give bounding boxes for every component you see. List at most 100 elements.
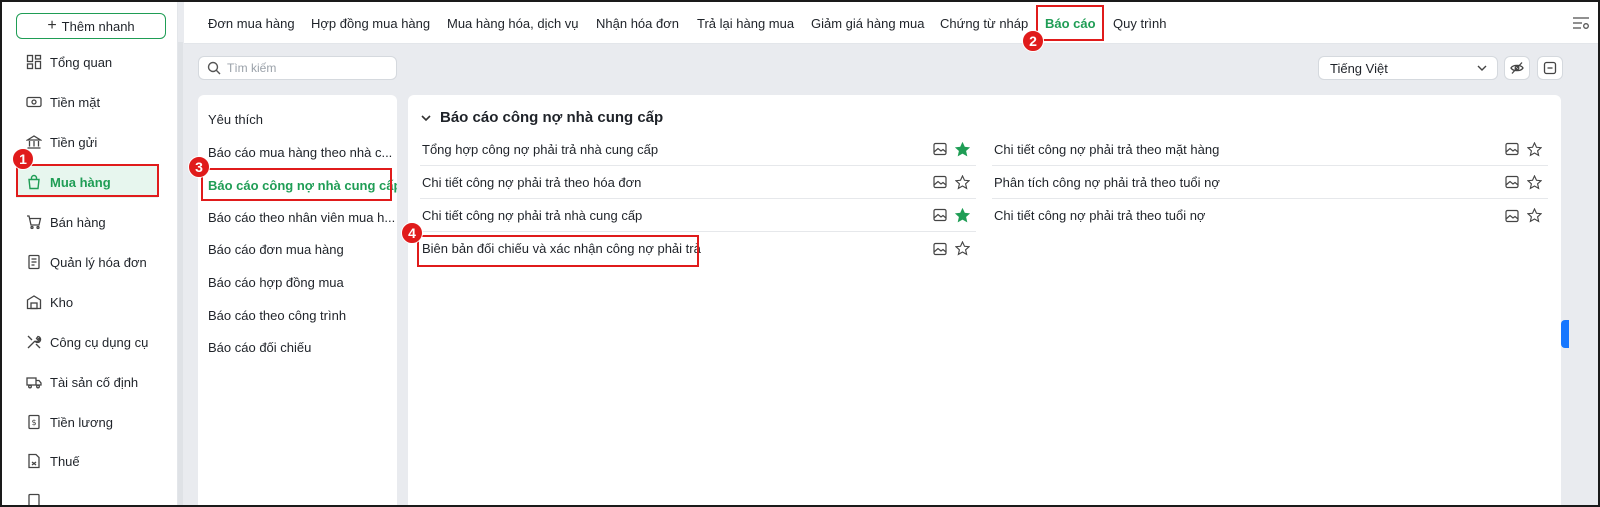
dashboard-icon [26, 54, 42, 70]
report-label: Chi tiết công nợ phải trả theo tuổi nợ [994, 208, 1206, 223]
quick-add-label: Thêm nhanh [61, 18, 135, 34]
section-title: Báo cáo công nợ nhà cung cấp [440, 109, 664, 126]
report-list-panel: Báo cáo công nợ nhà cung cấp Tổng hợp cô… [408, 95, 1561, 505]
collapse-button[interactable] [1537, 56, 1563, 80]
report-row[interactable]: Biên bản đối chiếu và xác nhận công nợ p… [420, 232, 976, 265]
tab-draft-vouchers[interactable]: Chứng từ nháp [940, 2, 1028, 44]
side-panel-handle[interactable] [1561, 320, 1569, 348]
image-icon[interactable] [1505, 142, 1519, 156]
category-favorites[interactable]: Yêu thích [198, 103, 397, 135]
tab-purchase-discounts[interactable]: Giảm giá hàng mua [811, 2, 924, 44]
cash-icon [26, 94, 42, 110]
category-by-project[interactable]: Báo cáo theo công trình [198, 299, 397, 331]
category-purchase-contracts[interactable]: Báo cáo hợp đồng mua [198, 266, 397, 298]
language-select[interactable]: Tiếng Việt [1318, 56, 1498, 80]
report-row[interactable]: Chi tiết công nợ phải trả nhà cung cấp [420, 199, 976, 232]
section-header[interactable]: Báo cáo công nợ nhà cung cấp [420, 109, 663, 126]
sidebar-item-label: Tổng quan [50, 54, 113, 70]
warehouse-icon [26, 294, 42, 310]
star-outline-icon[interactable] [1527, 208, 1542, 223]
app-window: + Thêm nhanh Tổng quan Tiền mặt Tiền gửi… [0, 0, 1600, 507]
settings-icon[interactable] [1572, 15, 1590, 31]
search-box[interactable] [198, 56, 397, 80]
report-row[interactable]: Chi tiết công nợ phải trả theo hóa đơn [420, 166, 976, 199]
report-row[interactable]: Tổng hợp công nợ phải trả nhà cung cấp [420, 133, 976, 166]
sidebar: + Thêm nhanh Tổng quan Tiền mặt Tiền gửi… [2, 2, 178, 505]
search-input[interactable] [227, 61, 387, 75]
sidebar-item-warehouse[interactable]: Kho [16, 286, 158, 318]
bank-icon [26, 134, 42, 150]
tab-purchase-orders[interactable]: Đơn mua hàng [208, 2, 295, 44]
sidebar-item-more[interactable] [16, 485, 158, 505]
image-icon[interactable] [933, 142, 947, 156]
report-label: Chi tiết công nợ phải trả theo hóa đơn [422, 174, 642, 190]
report-label: Biên bản đối chiếu và xác nhận công nợ p… [422, 241, 701, 256]
tab-receive-invoices[interactable]: Nhận hóa đơn [596, 2, 679, 44]
cart-icon [26, 214, 42, 230]
salary-icon: $ [26, 414, 42, 430]
sidebar-item-label: Tiền lương [50, 414, 113, 430]
sidebar-item-fixed-assets[interactable]: Tài sản cố định [16, 366, 158, 398]
tab-workflow[interactable]: Quy trình [1113, 2, 1166, 44]
image-icon[interactable] [933, 242, 947, 256]
step-badge-2: 2 [1022, 30, 1044, 52]
sidebar-scrollbar[interactable] [178, 42, 183, 505]
eye-off-icon [1510, 62, 1524, 74]
shopping-bag-icon [26, 174, 42, 190]
chevron-down-icon [421, 114, 431, 121]
sidebar-item-label: Công cụ dụng cụ [50, 334, 149, 350]
sidebar-item-label: Tiền mặt [50, 94, 101, 110]
report-row[interactable]: Phân tích công nợ phải trả theo tuổi nợ [992, 166, 1548, 199]
star-outline-icon[interactable] [1527, 141, 1542, 157]
hide-button[interactable] [1504, 56, 1530, 80]
tools-icon [26, 334, 42, 350]
report-label: Phân tích công nợ phải trả theo tuổi nợ [994, 174, 1220, 190]
star-filled-icon[interactable] [955, 207, 970, 223]
tab-reports[interactable]: Báo cáo [1045, 2, 1096, 44]
sidebar-item-overview[interactable]: Tổng quan [16, 46, 158, 78]
search-icon [207, 61, 221, 75]
sidebar-item-sales[interactable]: Bán hàng [16, 206, 158, 238]
report-row[interactable]: Chi tiết công nợ phải trả theo tuổi nợ [992, 199, 1548, 232]
tab-purchase-returns[interactable]: Trả lại hàng mua [697, 2, 794, 44]
star-outline-icon[interactable] [1527, 174, 1542, 190]
star-outline-icon[interactable] [955, 174, 970, 190]
sidebar-item-deposit[interactable]: Tiền gửi [16, 126, 158, 158]
category-reconciliation[interactable]: Báo cáo đối chiếu [198, 331, 397, 363]
star-filled-icon[interactable] [955, 141, 970, 157]
plus-icon: + [47, 17, 57, 34]
sidebar-item-invoice-management[interactable]: Quản lý hóa đơn [16, 246, 158, 278]
step-badge-3: 3 [188, 156, 210, 178]
report-category-panel: Yêu thích Báo cáo mua hàng theo nhà c...… [198, 95, 397, 505]
language-value: Tiếng Việt [1330, 60, 1388, 76]
sidebar-item-salary[interactable]: $ Tiền lương [16, 406, 158, 438]
sidebar-item-label: Quản lý hóa đơn [50, 254, 147, 270]
tab-goods-services-purchase[interactable]: Mua hàng hóa, dịch vụ [447, 2, 579, 44]
sidebar-item-tax[interactable]: Thuế [16, 445, 158, 477]
image-icon[interactable] [933, 208, 947, 222]
report-label: Chi tiết công nợ phải trả nhà cung cấp [422, 207, 643, 223]
category-purchase-orders[interactable]: Báo cáo đơn mua hàng [198, 233, 397, 265]
collapse-icon [1543, 61, 1557, 75]
sidebar-item-label: Tài sản cố định [50, 374, 139, 390]
image-icon[interactable] [933, 175, 947, 189]
report-label: Tổng hợp công nợ phải trả nhà cung cấp [422, 141, 659, 157]
tab-purchase-contracts[interactable]: Hợp đồng mua hàng [311, 2, 430, 44]
sidebar-item-cash[interactable]: Tiền mặt [16, 86, 158, 118]
quick-add-button[interactable]: + Thêm nhanh [16, 13, 166, 39]
sidebar-item-label: Thuế [50, 453, 80, 469]
star-outline-icon[interactable] [955, 241, 970, 256]
image-icon[interactable] [1505, 209, 1519, 223]
category-supplier-debt[interactable]: Báo cáo công nợ nhà cung cấp [198, 169, 397, 201]
invoice-icon [26, 254, 42, 270]
sidebar-item-tools[interactable]: Công cụ dụng cụ [16, 326, 158, 358]
category-by-purchasing-staff[interactable]: Báo cáo theo nhân viên mua h... [198, 201, 397, 233]
step-badge-1: 1 [12, 148, 34, 170]
sidebar-item-label: Mua hàng [50, 174, 111, 190]
report-row[interactable]: Chi tiết công nợ phải trả theo mặt hàng [992, 133, 1548, 166]
chevron-down-icon [1477, 65, 1487, 71]
sidebar-item-purchasing[interactable]: Mua hàng [16, 166, 158, 198]
category-purchase-by-supplier[interactable]: Báo cáo mua hàng theo nhà c... [198, 136, 397, 168]
report-label: Chi tiết công nợ phải trả theo mặt hàng [994, 141, 1220, 157]
image-icon[interactable] [1505, 175, 1519, 189]
